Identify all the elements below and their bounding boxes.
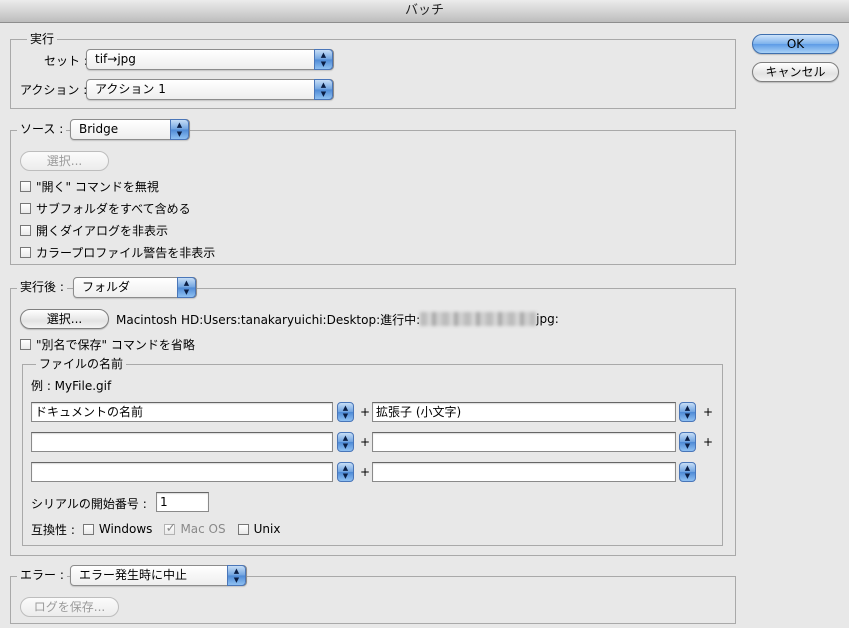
- macos-label: Mac OS: [180, 522, 226, 536]
- override-save-as-checkbox[interactable]: [20, 338, 31, 350]
- suppress-open-dialog-option[interactable]: 開くダイアログを非表示: [20, 222, 168, 238]
- ok-button[interactable]: OK: [752, 34, 839, 54]
- cancel-button[interactable]: キャンセル: [752, 62, 839, 82]
- destination-popup-value: フォルダ: [82, 280, 131, 294]
- include-subfolders-checkbox[interactable]: [20, 202, 31, 214]
- destination-path-prefix: Macintosh HD:Users:tanakaryuichi:Desktop…: [116, 312, 421, 327]
- source-label: ソース :: [20, 122, 64, 136]
- naming-field-1-left[interactable]: ドキュメントの名前: [31, 402, 333, 422]
- suppress-open-dialog-label: 開くダイアログを非表示: [36, 223, 169, 238]
- set-popup-value: tif→jpg: [95, 52, 136, 66]
- errors-popup-value: エラー発生時に中止: [79, 568, 188, 582]
- naming-stepper-icon[interactable]: ▲ ▼: [679, 462, 696, 482]
- destination-path: Macintosh HD:Users:tanakaryuichi:Desktop…: [116, 311, 559, 327]
- windows-label: Windows: [98, 522, 153, 536]
- naming-stepper-icon[interactable]: ▲ ▼: [679, 402, 696, 422]
- compat-row: 互換性 : Windows Mac OS Unix: [31, 521, 280, 537]
- override-save-as-label: "別名で保存" コマンドを省略: [36, 337, 195, 352]
- set-popup[interactable]: tif→jpg ▲ ▼: [86, 49, 334, 70]
- source-choose-button[interactable]: 選択...: [20, 151, 109, 171]
- file-naming-group: [22, 364, 723, 546]
- save-log-button[interactable]: ログを保存...: [20, 597, 119, 617]
- popup-arrows-icon: ▲ ▼: [170, 119, 189, 140]
- file-naming-example: 例 : MyFile.gif: [31, 378, 112, 393]
- serial-label: シリアルの開始番号 :: [31, 496, 147, 511]
- compat-label: 互換性 :: [31, 522, 75, 537]
- errors-group-label: エラー :: [17, 567, 67, 583]
- popup-arrows-icon: ▲ ▼: [314, 79, 333, 100]
- include-subfolders-label: サブフォルダをすべて含める: [36, 201, 191, 216]
- source-popup[interactable]: Bridge ▲ ▼: [70, 119, 190, 140]
- plus-sign: +: [360, 405, 371, 419]
- naming-field-1-right[interactable]: 拡張子 (小文字): [372, 402, 676, 422]
- plus-sign: +: [360, 435, 371, 449]
- suppress-profile-warning-checkbox[interactable]: [20, 246, 31, 258]
- file-naming-label: ファイルの名前: [36, 356, 127, 372]
- destination-popup[interactable]: フォルダ ▲ ▼: [73, 277, 197, 298]
- window-title: バッチ: [0, 0, 849, 23]
- naming-stepper-icon[interactable]: ▲ ▼: [679, 432, 696, 452]
- naming-stepper-icon[interactable]: ▲ ▼: [337, 432, 354, 452]
- naming-field-3-left[interactable]: [31, 462, 333, 482]
- suppress-profile-warning-label: カラープロファイル警告を非表示: [36, 245, 216, 260]
- ignore-open-checkbox[interactable]: [20, 180, 31, 192]
- destination-path-suffix: jpg:: [536, 312, 559, 326]
- windows-checkbox[interactable]: [82, 523, 94, 535]
- serial-start-input[interactable]: 1: [156, 492, 209, 512]
- suppress-open-dialog-checkbox[interactable]: [20, 224, 31, 236]
- ignore-open-label: "開く" コマンドを無視: [36, 179, 159, 194]
- popup-arrows-icon: ▲ ▼: [314, 49, 333, 70]
- action-label: アクション :: [20, 82, 88, 97]
- unix-label: Unix: [253, 522, 281, 536]
- errors-popup[interactable]: エラー発生時に中止 ▲ ▼: [70, 565, 247, 586]
- set-label: セット :: [44, 53, 88, 68]
- source-popup-value: Bridge: [79, 122, 119, 136]
- redacted-blur: [420, 312, 537, 326]
- source-group-label: ソース :: [17, 121, 67, 137]
- errors-label: エラー :: [20, 568, 64, 582]
- include-subfolders-option[interactable]: サブフォルダをすべて含める: [20, 200, 191, 216]
- plus-sign: +: [703, 405, 714, 419]
- naming-stepper-icon[interactable]: ▲ ▼: [337, 402, 354, 422]
- unix-checkbox[interactable]: [237, 523, 249, 535]
- action-popup-value: アクション 1: [95, 82, 166, 96]
- suppress-profile-warning-option[interactable]: カラープロファイル警告を非表示: [20, 244, 215, 260]
- destination-choose-button[interactable]: 選択...: [20, 309, 109, 329]
- naming-field-2-right[interactable]: [372, 432, 676, 452]
- destination-label: 実行後 :: [20, 280, 64, 294]
- action-popup[interactable]: アクション 1 ▲ ▼: [86, 79, 334, 100]
- popup-arrows-icon: ▲ ▼: [177, 277, 196, 298]
- run-group-label: 実行: [27, 31, 58, 47]
- macos-checkbox[interactable]: [164, 521, 176, 536]
- naming-field-3-right[interactable]: [372, 462, 676, 482]
- naming-field-2-left[interactable]: [31, 432, 333, 452]
- ignore-open-option[interactable]: "開く" コマンドを無視: [20, 178, 159, 194]
- popup-arrows-icon: ▲ ▼: [227, 565, 246, 586]
- destination-group-label: 実行後 :: [17, 279, 67, 295]
- override-save-as-option[interactable]: "別名で保存" コマンドを省略: [20, 336, 195, 352]
- plus-sign: +: [703, 435, 714, 449]
- plus-sign: +: [360, 465, 371, 479]
- naming-stepper-icon[interactable]: ▲ ▼: [337, 462, 354, 482]
